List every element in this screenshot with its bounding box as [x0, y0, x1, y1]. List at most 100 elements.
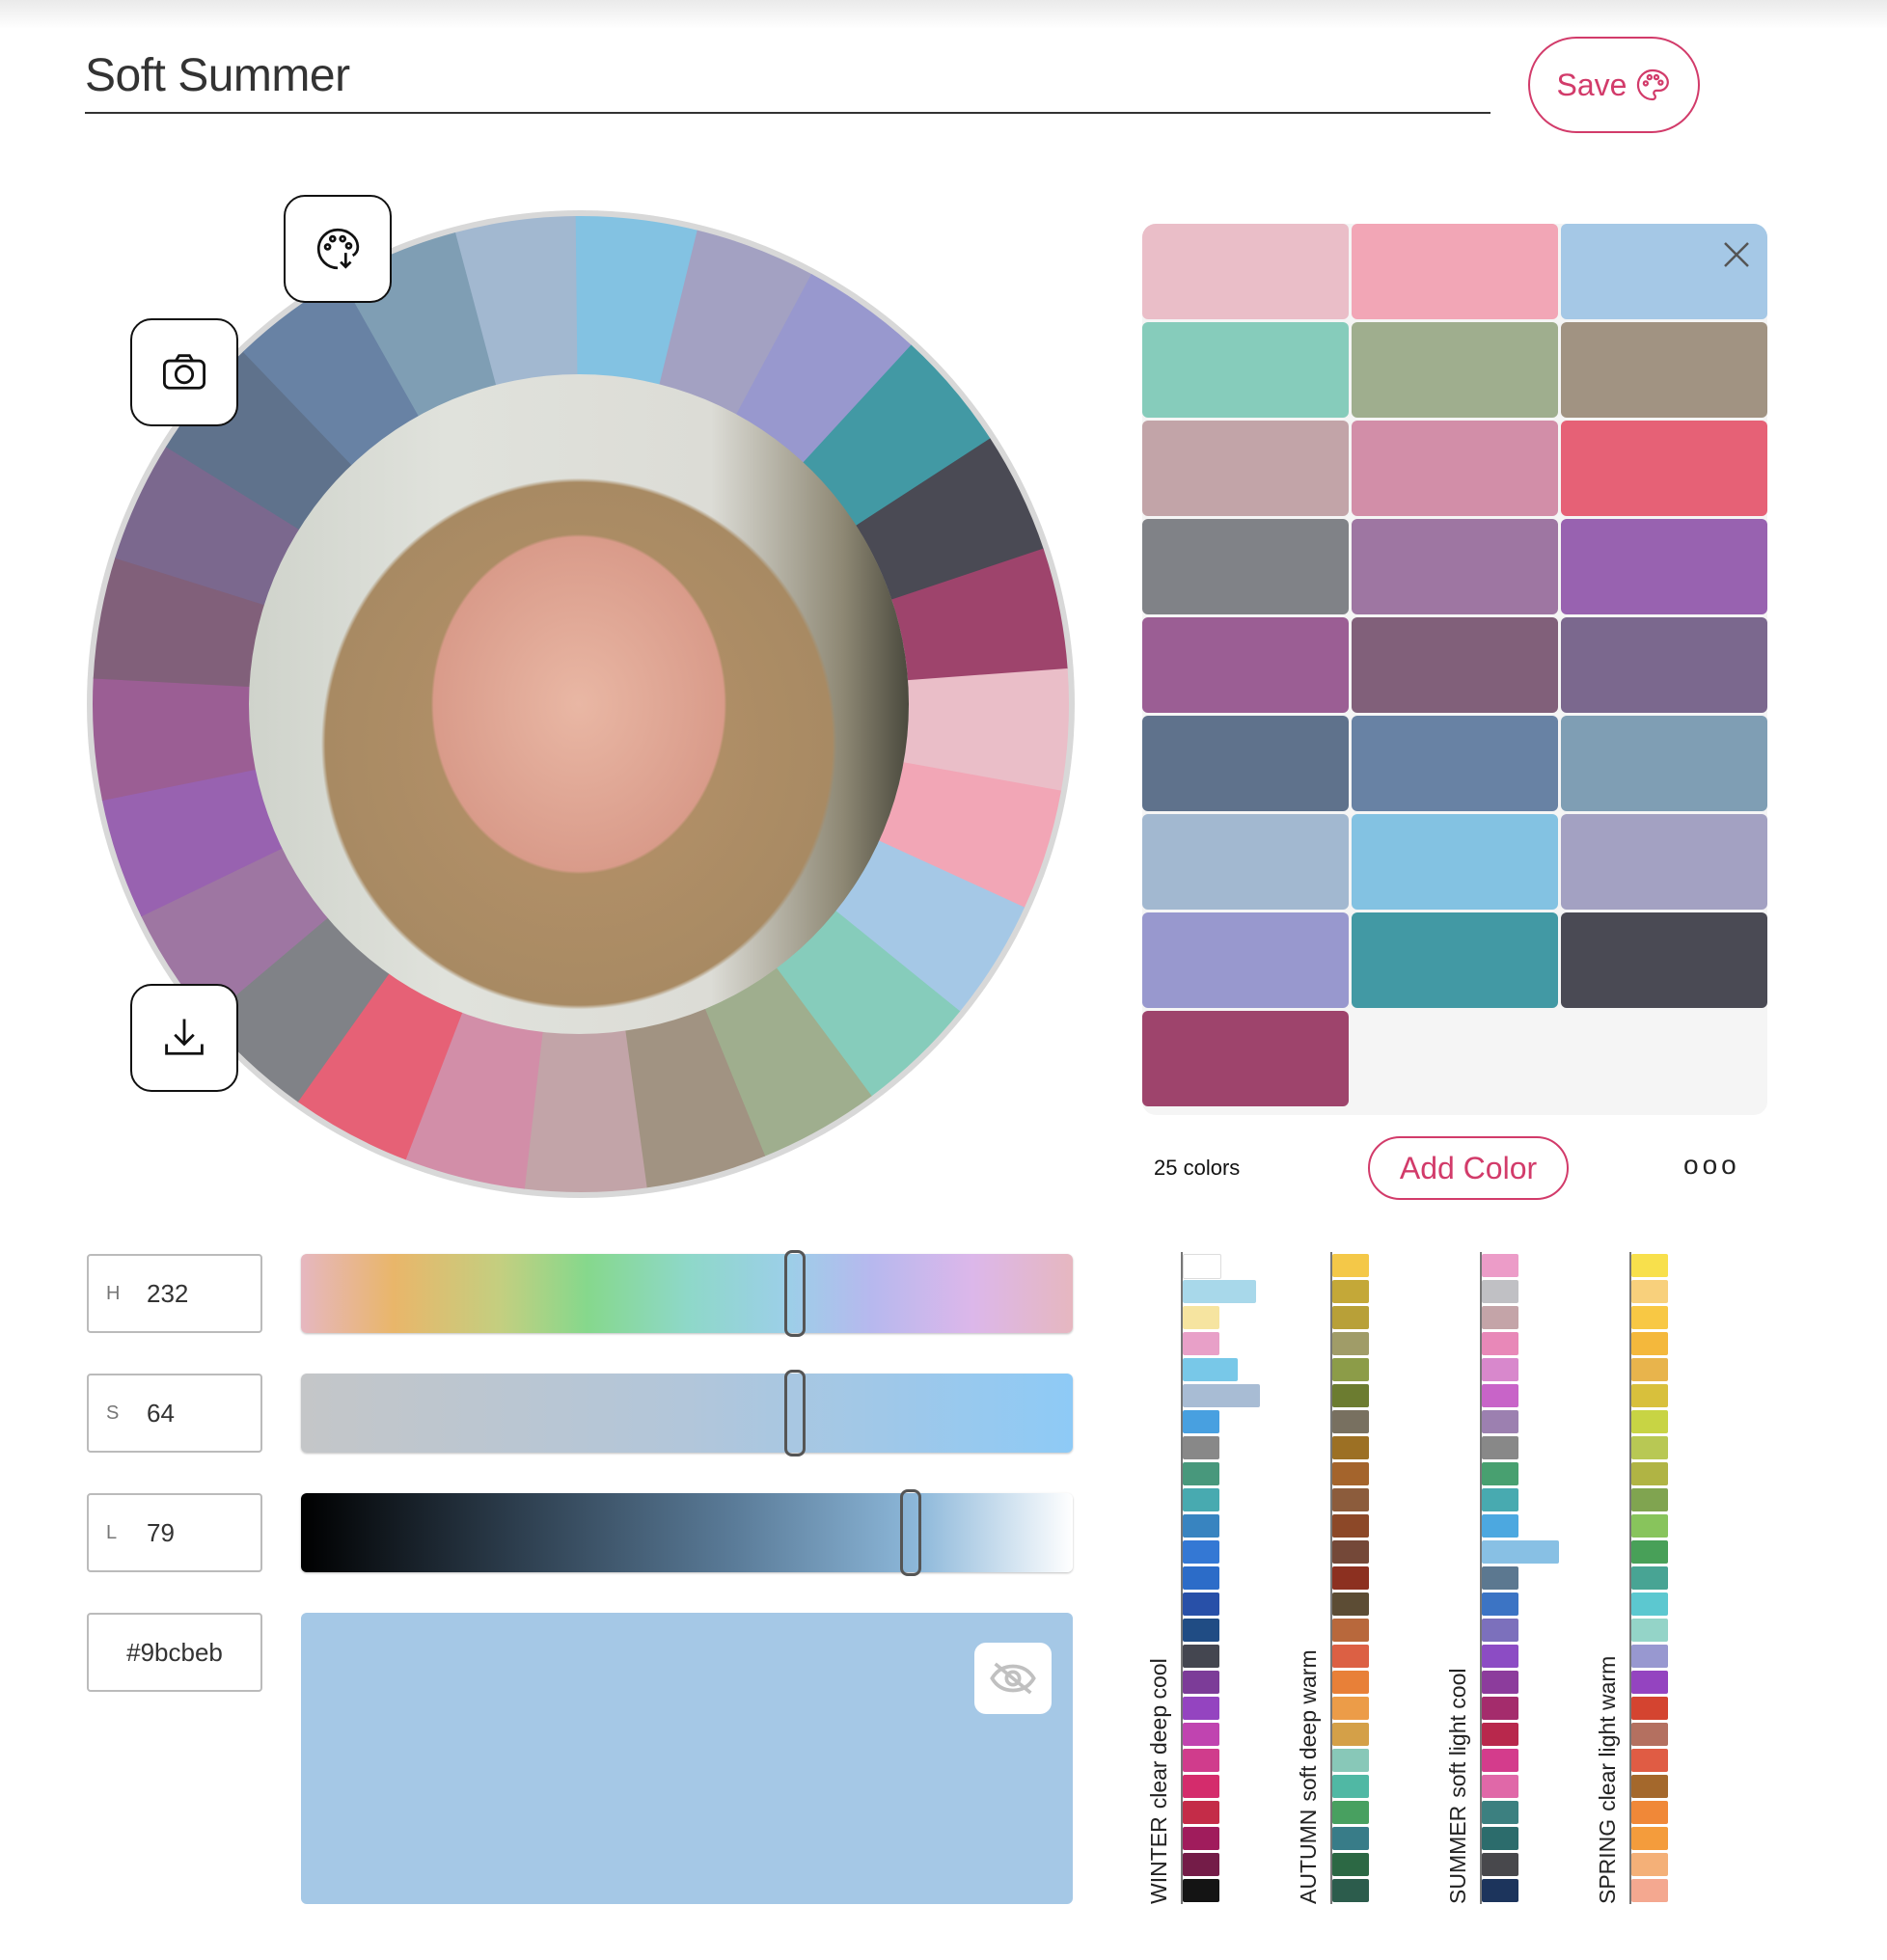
season-color-bar[interactable]: [1183, 1775, 1219, 1799]
wheel-segment[interactable]: [523, 1028, 647, 1192]
season-color-bar[interactable]: [1183, 1697, 1219, 1721]
season-color-bar[interactable]: [1183, 1409, 1219, 1433]
season-color-bar[interactable]: [1332, 1592, 1369, 1617]
season-color-bar[interactable]: [1482, 1435, 1518, 1459]
hex-field[interactable]: #9bcbeb: [87, 1613, 262, 1692]
palette-swatch[interactable]: [1352, 617, 1558, 713]
season-color-bar[interactable]: [1631, 1565, 1668, 1590]
season-color-bar[interactable]: [1332, 1619, 1369, 1643]
season-color-bar[interactable]: [1332, 1409, 1369, 1433]
palette-swatch[interactable]: [1352, 716, 1558, 811]
season-color-bar[interactable]: [1631, 1749, 1668, 1773]
season-color-bar[interactable]: [1482, 1383, 1518, 1407]
season-color-bar[interactable]: [1332, 1383, 1369, 1407]
palette-swatch[interactable]: [1561, 814, 1767, 910]
season-color-bar[interactable]: [1631, 1775, 1668, 1799]
saturation-field[interactable]: S 64: [87, 1374, 262, 1453]
season-color-bar[interactable]: [1183, 1357, 1238, 1381]
saturation-slider[interactable]: [301, 1370, 1073, 1456]
palette-swatch[interactable]: [1561, 322, 1767, 418]
season-color-bar[interactable]: [1631, 1305, 1668, 1329]
season-color-bar[interactable]: [1482, 1409, 1518, 1433]
season-color-bar[interactable]: [1482, 1487, 1518, 1511]
season-color-bar[interactable]: [1482, 1619, 1518, 1643]
season-color-bar[interactable]: [1183, 1723, 1219, 1747]
palette-swatch[interactable]: [1561, 912, 1767, 1008]
palette-swatch[interactable]: [1352, 224, 1558, 319]
season-color-bar[interactable]: [1332, 1487, 1369, 1511]
palette-swatch[interactable]: [1561, 716, 1767, 811]
season-color-bar[interactable]: [1631, 1619, 1668, 1643]
toggle-visibility-button[interactable]: [974, 1643, 1052, 1714]
season-color-bar[interactable]: [1332, 1435, 1369, 1459]
season-color-bar[interactable]: [1482, 1539, 1559, 1564]
palette-swatch[interactable]: [1352, 322, 1558, 418]
palette-swatch[interactable]: [1142, 421, 1349, 516]
season-color-bar[interactable]: [1183, 1879, 1219, 1903]
hue-slider[interactable]: [301, 1250, 1073, 1337]
season-color-bar[interactable]: [1332, 1645, 1369, 1669]
palette-swatch[interactable]: [1142, 322, 1349, 418]
season-color-bar[interactable]: [1183, 1279, 1256, 1303]
season-color-bar[interactable]: [1332, 1775, 1369, 1799]
season-color-bar[interactable]: [1332, 1827, 1369, 1851]
season-color-bar[interactable]: [1631, 1435, 1668, 1459]
season-color-bar[interactable]: [1332, 1513, 1369, 1538]
lightness-slider-thumb[interactable]: [900, 1489, 921, 1576]
season-color-bar[interactable]: [1183, 1645, 1219, 1669]
saturation-slider-thumb[interactable]: [784, 1370, 806, 1456]
season-color-bar[interactable]: [1332, 1723, 1369, 1747]
season-color-bar[interactable]: [1631, 1671, 1668, 1695]
download-button[interactable]: [130, 984, 238, 1092]
season-color-bar[interactable]: [1183, 1331, 1219, 1355]
palette-swatch[interactable]: [1561, 519, 1767, 614]
season-color-bar[interactable]: [1183, 1513, 1219, 1538]
season-color-bar[interactable]: [1482, 1279, 1518, 1303]
season-color-bar[interactable]: [1631, 1357, 1668, 1381]
add-color-button[interactable]: Add Color: [1368, 1136, 1569, 1200]
season-color-bar[interactable]: [1482, 1879, 1518, 1903]
season-color-bar[interactable]: [1631, 1383, 1668, 1407]
season-color-bar[interactable]: [1631, 1487, 1668, 1511]
season-color-bar[interactable]: [1332, 1749, 1369, 1773]
lightness-value[interactable]: 79: [147, 1518, 175, 1548]
lightness-slider[interactable]: [301, 1489, 1073, 1576]
palette-swatch[interactable]: [1352, 814, 1558, 910]
palette-swatch[interactable]: [1142, 617, 1349, 713]
season-color-bar[interactable]: [1183, 1565, 1219, 1590]
season-color-bar[interactable]: [1631, 1539, 1668, 1564]
palette-name-input[interactable]: Soft Summer: [85, 48, 1490, 114]
palette-swatch[interactable]: [1142, 814, 1349, 910]
season-color-bar[interactable]: [1482, 1645, 1518, 1669]
palette-swatch[interactable]: [1352, 912, 1558, 1008]
season-color-bar[interactable]: [1183, 1253, 1221, 1279]
palette-swatch[interactable]: [1142, 224, 1349, 319]
season-color-bar[interactable]: [1482, 1461, 1518, 1485]
season-color-bar[interactable]: [1482, 1671, 1518, 1695]
more-options-icon[interactable]: ooo: [1683, 1150, 1740, 1181]
hue-slider-thumb[interactable]: [784, 1250, 806, 1337]
season-color-bar[interactable]: [1631, 1697, 1668, 1721]
camera-button[interactable]: [130, 318, 238, 426]
season-color-bar[interactable]: [1183, 1487, 1219, 1511]
close-icon[interactable]: [1717, 235, 1756, 274]
season-color-bar[interactable]: [1332, 1461, 1369, 1485]
season-color-bar[interactable]: [1183, 1853, 1219, 1877]
season-color-bar[interactable]: [1332, 1879, 1369, 1903]
season-color-bar[interactable]: [1631, 1331, 1668, 1355]
season-color-bar[interactable]: [1631, 1592, 1668, 1617]
season-color-bar[interactable]: [1631, 1723, 1668, 1747]
palette-swatch[interactable]: [1142, 912, 1349, 1008]
season-color-bar[interactable]: [1332, 1305, 1369, 1329]
season-color-bar[interactable]: [1631, 1801, 1668, 1825]
season-color-bar[interactable]: [1631, 1645, 1668, 1669]
season-color-bar[interactable]: [1482, 1801, 1518, 1825]
palette-swatch[interactable]: [1142, 519, 1349, 614]
hex-value[interactable]: #9bcbeb: [126, 1638, 223, 1668]
season-color-bar[interactable]: [1631, 1853, 1668, 1877]
season-color-bar[interactable]: [1482, 1357, 1518, 1381]
palette-swatch[interactable]: [1561, 617, 1767, 713]
lightness-field[interactable]: L 79: [87, 1493, 262, 1572]
palette-swatch[interactable]: [1142, 1011, 1349, 1106]
season-color-bar[interactable]: [1183, 1619, 1219, 1643]
